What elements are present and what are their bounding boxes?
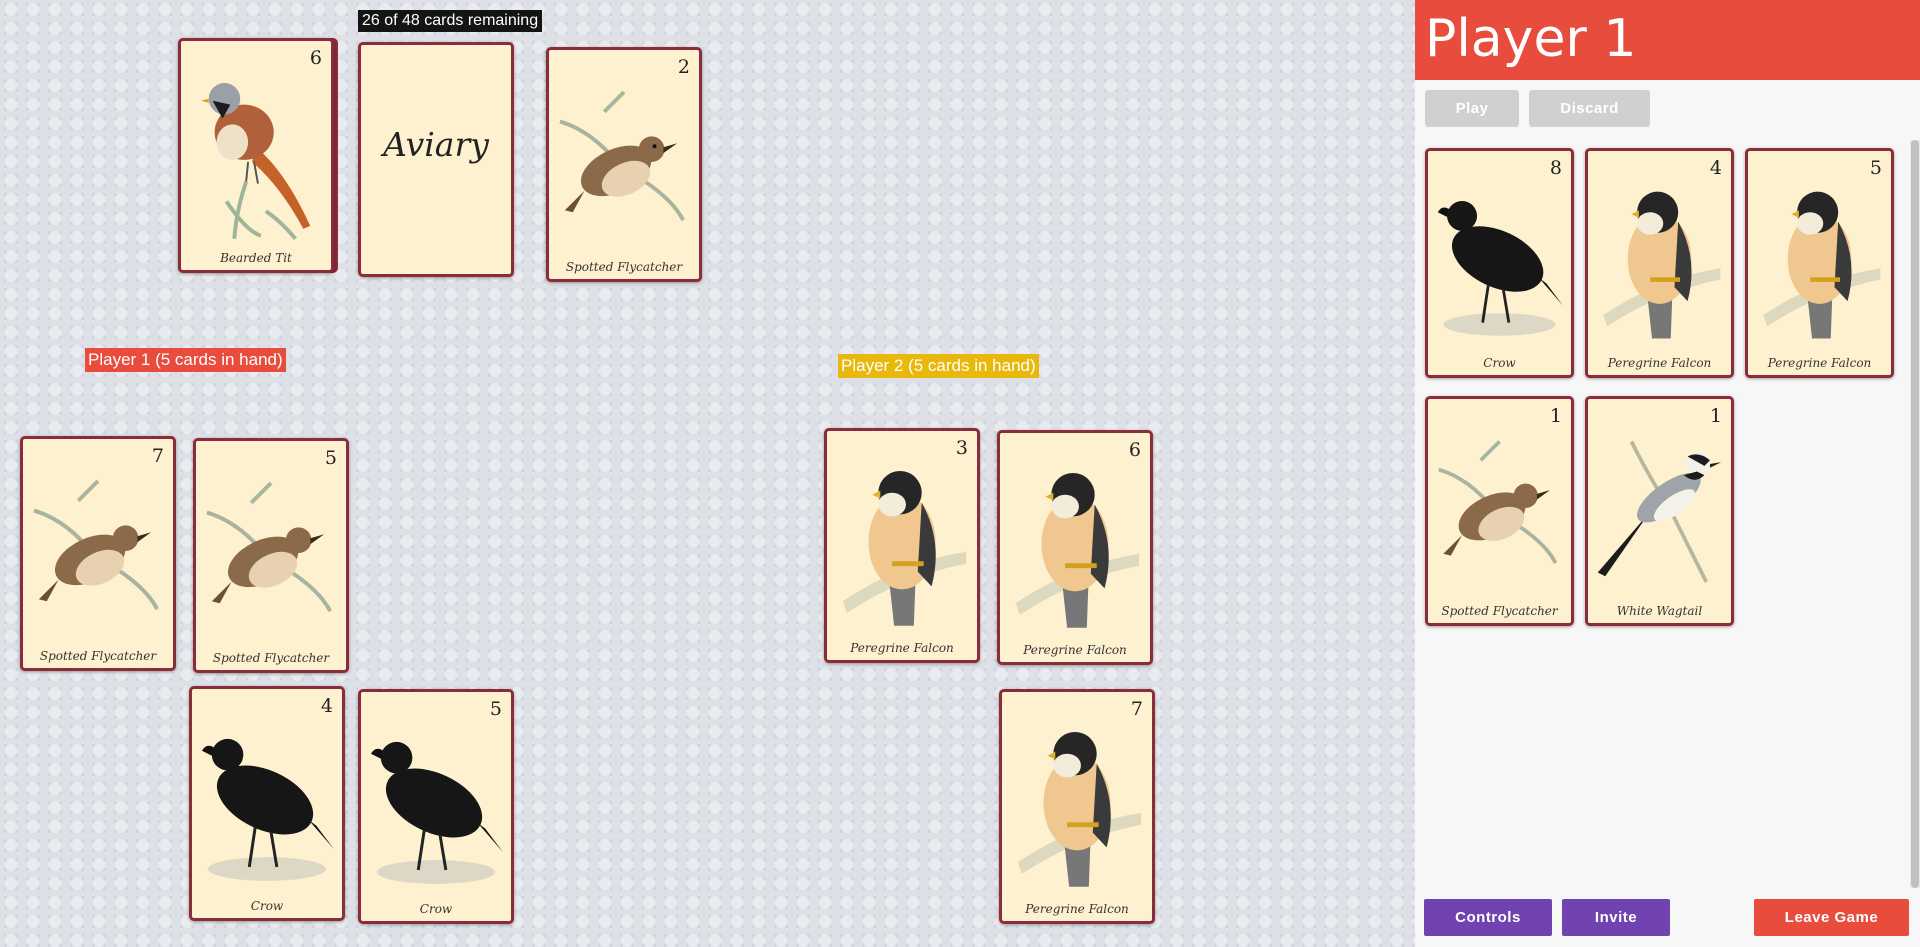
- hand-scrollbar-thumb[interactable]: [1911, 140, 1919, 888]
- card-name: Crow: [1483, 356, 1516, 370]
- card-name: Spotted Flycatcher: [565, 260, 683, 274]
- peregrine-falcon-illustration: [1763, 191, 1881, 339]
- card-name: Peregrine Falcon: [1607, 356, 1712, 370]
- p1-card[interactable]: 4 Crow: [189, 686, 345, 921]
- spotted-flycatcher-illustration: [33, 479, 159, 611]
- card-name: Spotted Flycatcher: [39, 649, 157, 663]
- spotted-flycatcher-illustration: [206, 481, 332, 613]
- spotted-flycatcher-illustration: [1438, 440, 1558, 565]
- sidebar-title: Player 1: [1415, 0, 1920, 80]
- peregrine-falcon-illustration: [1017, 732, 1142, 887]
- play-button[interactable]: Play: [1425, 90, 1519, 127]
- card-name: Peregrine Falcon: [1025, 902, 1129, 916]
- crow-illustration: [370, 741, 504, 884]
- p2-card[interactable]: 6 Peregrine Falcon: [997, 430, 1153, 665]
- game-table: 26 of 48 cards remaining 6 Bearded Tit A…: [0, 0, 1415, 947]
- leave-game-button[interactable]: Leave Game: [1754, 899, 1909, 936]
- spotted-flycatcher-illustration: [559, 90, 685, 222]
- discard-pile-card[interactable]: 6 Bearded Tit: [178, 38, 334, 273]
- player-1-label: Player 1 (5 cards in hand): [85, 348, 286, 372]
- exposed-card[interactable]: 2 Spotted Flycatcher: [546, 47, 702, 282]
- peregrine-falcon-illustration: [1015, 473, 1140, 628]
- deck-title: Aviary: [383, 125, 489, 164]
- controls-button[interactable]: Controls: [1424, 899, 1552, 936]
- peregrine-falcon-illustration: [842, 471, 967, 626]
- hand-card[interactable]: 8 Crow: [1425, 148, 1574, 378]
- hand-card[interactable]: 1 White Wagtail: [1585, 396, 1734, 626]
- hand-card[interactable]: 5 Peregrine Falcon: [1745, 148, 1894, 378]
- card-name: Peregrine Falcon: [1023, 643, 1127, 657]
- bearded-tit-illustration: [200, 83, 311, 241]
- discard-button[interactable]: Discard: [1529, 90, 1650, 127]
- draw-deck[interactable]: Aviary: [358, 42, 514, 277]
- card-name: Peregrine Falcon: [1767, 356, 1872, 370]
- card-name: Spotted Flycatcher: [1441, 604, 1558, 618]
- player-2-label: Player 2 (5 cards in hand): [838, 354, 1039, 378]
- card-name: Spotted Flycatcher: [212, 651, 330, 665]
- crow-illustration: [201, 738, 335, 881]
- p1-card[interactable]: 5 Crow: [358, 689, 514, 924]
- card-name: Bearded Tit: [220, 251, 292, 265]
- crow-illustration: [1437, 200, 1564, 336]
- p1-card[interactable]: 5 Spotted Flycatcher: [193, 438, 349, 673]
- invite-button[interactable]: Invite: [1562, 899, 1670, 936]
- peregrine-falcon-illustration: [1603, 191, 1721, 339]
- card-name: Crow: [419, 902, 453, 916]
- p2-card[interactable]: 7 Peregrine Falcon: [999, 689, 1155, 924]
- hand-card[interactable]: 1 Spotted Flycatcher: [1425, 396, 1574, 626]
- white-wagtail-illustration: [1597, 440, 1722, 583]
- hand-card[interactable]: 4 Peregrine Falcon: [1585, 148, 1734, 378]
- card-name: Crow: [250, 899, 284, 913]
- player-sidebar: Player 1 Play Discard 8 Crow 4 Peregrine…: [1415, 0, 1920, 947]
- card-name: Peregrine Falcon: [850, 641, 954, 655]
- action-buttons: Play Discard: [1425, 90, 1650, 127]
- card-name: White Wagtail: [1616, 604, 1703, 618]
- p2-card[interactable]: 3 Peregrine Falcon: [824, 428, 980, 663]
- deck-counter: 26 of 48 cards remaining: [358, 10, 543, 32]
- p1-card[interactable]: 7 Spotted Flycatcher: [20, 436, 176, 671]
